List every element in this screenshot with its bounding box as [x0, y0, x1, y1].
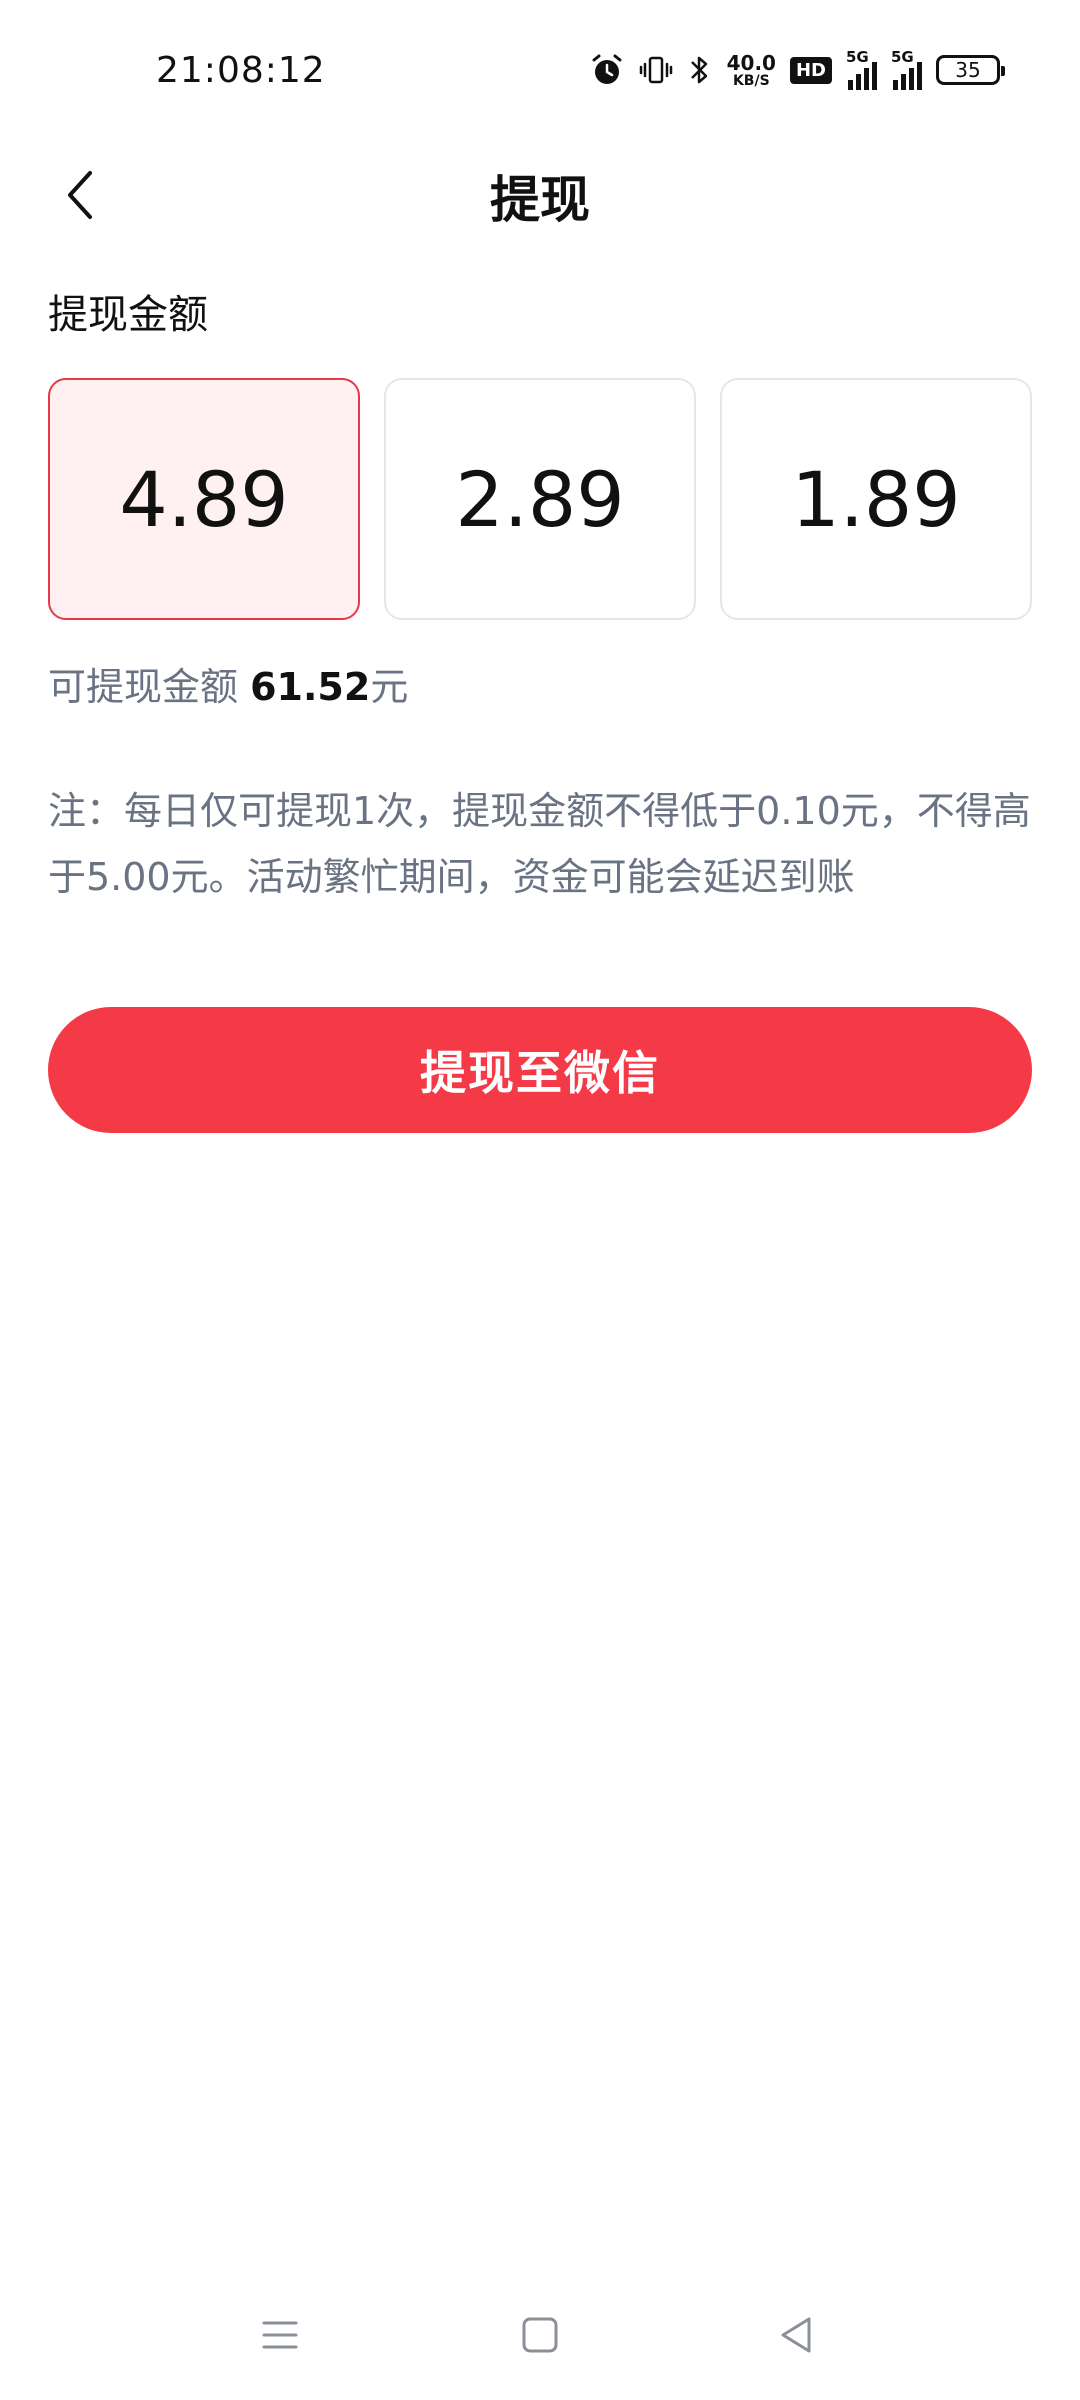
home-button[interactable] — [505, 2305, 575, 2365]
back-triangle-icon — [781, 2317, 811, 2353]
net-speed-unit: KB/S — [732, 72, 770, 89]
system-nav-bar — [0, 2290, 1080, 2380]
withdraw-page: 21:08:12 40.0 KB/S HD 5G 5G 35 提现 提现金额 4… — [0, 0, 1080, 2400]
signal-label: 5G — [846, 48, 869, 66]
battery-icon: 35 — [936, 55, 1005, 85]
amount-option[interactable]: 2.89 — [384, 378, 696, 620]
back-nav-button[interactable] — [762, 2305, 832, 2365]
signal-label: 5G — [891, 48, 914, 66]
amount-option[interactable]: 4.89 — [48, 378, 360, 620]
available-amount: 61.52 — [250, 665, 371, 709]
amount-options: 4.89 2.89 1.89 — [48, 378, 1032, 620]
status-icons: 40.0 KB/S HD 5G 5G 35 — [589, 48, 1005, 92]
available-unit: 元 — [370, 665, 409, 709]
available-balance: 可提现金额 61.52元 — [48, 656, 408, 711]
home-square-icon — [522, 2317, 558, 2353]
withdraw-to-wechat-button[interactable]: 提现至微信 — [48, 1007, 1032, 1133]
menu-button[interactable] — [245, 2305, 315, 2365]
vibrate-icon — [639, 53, 673, 87]
available-label: 可提现金额 — [48, 665, 239, 709]
withdraw-note: 注：每日仅可提现1次，提现金额不得低于0.10元，不得高于5.00元。活动繁忙期… — [48, 789, 1031, 899]
hd-icon: HD — [789, 56, 832, 84]
page-title: 提现 — [490, 171, 590, 229]
signal-icon: 5G — [846, 48, 877, 90]
status-time: 21:08:12 — [156, 50, 326, 91]
signal-icon: 5G — [891, 48, 922, 90]
alarm-icon — [589, 52, 625, 88]
net-speed: 40.0 KB/S — [727, 53, 776, 88]
amount-option[interactable]: 1.89 — [720, 378, 1032, 620]
withdraw-amount-label: 提现金额 — [48, 292, 208, 338]
bluetooth-icon — [687, 52, 713, 88]
battery-level: 35 — [955, 58, 981, 82]
net-speed-value: 40.0 — [726, 50, 776, 75]
top-app-bar: 提现 — [0, 140, 1080, 250]
menu-icon — [262, 2321, 298, 2349]
status-bar: 21:08:12 40.0 KB/S HD 5G 5G 35 — [0, 0, 1080, 140]
